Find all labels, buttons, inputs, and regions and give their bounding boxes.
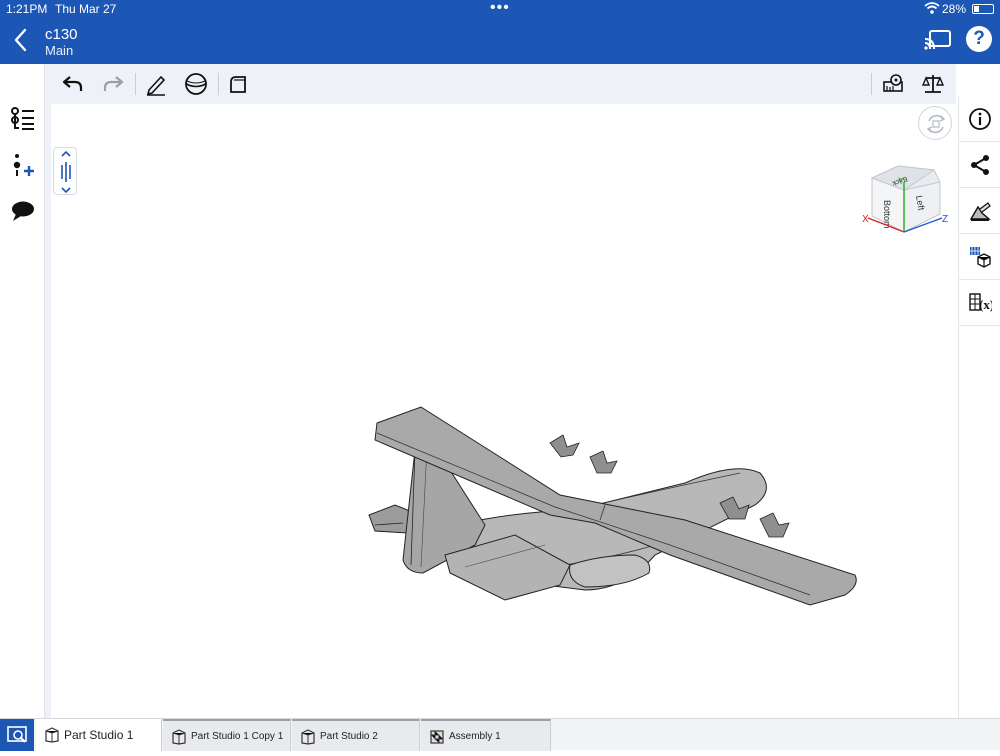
part-studio-icon [172, 729, 186, 745]
battery-percent: 28% [942, 2, 967, 16]
tab-assembly-1[interactable]: Assembly 1 [421, 719, 551, 751]
appearance-button[interactable] [959, 188, 1000, 234]
undo-icon[interactable] [61, 72, 85, 96]
part-studio-icon [301, 729, 315, 745]
tab-label: Part Studio 1 Copy 1 [191, 731, 284, 742]
chevron-left-icon[interactable] [10, 26, 32, 54]
redo-icon[interactable] [101, 72, 125, 96]
measure-tape-icon[interactable] [881, 72, 905, 96]
rotate-view-button[interactable] [918, 106, 952, 140]
left-rail [0, 64, 45, 718]
panel-collapse-toggle[interactable] [53, 147, 77, 195]
x-axis-label: X [862, 214, 869, 225]
help-button[interactable]: ? [966, 26, 992, 52]
c130-airplane-model[interactable] [355, 395, 870, 610]
toolbar [51, 64, 956, 104]
expand-collapse-icon [61, 150, 71, 194]
info-icon [969, 108, 991, 130]
wifi-icon [924, 2, 940, 14]
feature-list-icon[interactable] [10, 106, 36, 132]
toolbar-separator [218, 73, 219, 95]
y-axis-label: Y [898, 176, 904, 186]
extrude-sphere-icon[interactable] [184, 72, 208, 96]
rotate-icon [926, 114, 946, 134]
parts-button[interactable] [959, 234, 1000, 280]
svg-text:(x): (x) [979, 297, 992, 312]
status-time: 1:21PM [6, 2, 48, 16]
status-date: Thu Mar 27 [55, 2, 117, 16]
info-button[interactable] [959, 96, 1000, 142]
tab-bar: Part Studio 1 Part Studio 1 Copy 1 Part … [0, 718, 1000, 751]
mass-properties-icon[interactable] [921, 72, 945, 96]
tab-part-studio-1-copy-1[interactable]: Part Studio 1 Copy 1 [163, 719, 291, 751]
document-header: c130 Main ? [0, 18, 1000, 64]
multitask-dots[interactable]: ••• [490, 0, 510, 16]
tab-label: Part Studio 1 [64, 728, 134, 742]
tab-part-studio-1[interactable]: Part Studio 1 [36, 719, 162, 751]
workspace-name: Main [45, 43, 74, 58]
sketch-icon[interactable] [144, 72, 168, 96]
tab-part-studio-2[interactable]: Part Studio 2 [292, 719, 420, 751]
right-rail: (x) [958, 96, 1000, 718]
tab-search-button[interactable] [0, 719, 34, 751]
view-cube[interactable]: Bottom Left Back X Y Z [858, 160, 954, 240]
variables-button[interactable]: (x) [959, 280, 1000, 326]
share-icon [971, 155, 989, 175]
toolbar-separator [135, 73, 136, 95]
assembly-icon [430, 730, 444, 744]
parts-icon [970, 247, 991, 268]
cast-icon[interactable] [922, 27, 954, 53]
variables-icon: (x) [969, 293, 992, 312]
share-button[interactable] [959, 142, 1000, 188]
z-axis-label: Z [942, 214, 948, 225]
toolbar-separator [871, 73, 872, 95]
appearance-icon [969, 202, 991, 221]
add-part-icon[interactable] [10, 152, 36, 178]
battery-icon [972, 4, 994, 14]
part-studio-icon [45, 727, 59, 743]
tab-label: Assembly 1 [449, 731, 501, 742]
fillet-icon[interactable] [226, 72, 250, 96]
status-bar: 1:21PM Thu Mar 27 ••• 28% [0, 0, 1000, 18]
comment-icon[interactable] [10, 198, 36, 224]
search-tabs-icon [7, 726, 27, 743]
tab-label: Part Studio 2 [320, 731, 378, 742]
document-title: c130 [45, 26, 78, 43]
